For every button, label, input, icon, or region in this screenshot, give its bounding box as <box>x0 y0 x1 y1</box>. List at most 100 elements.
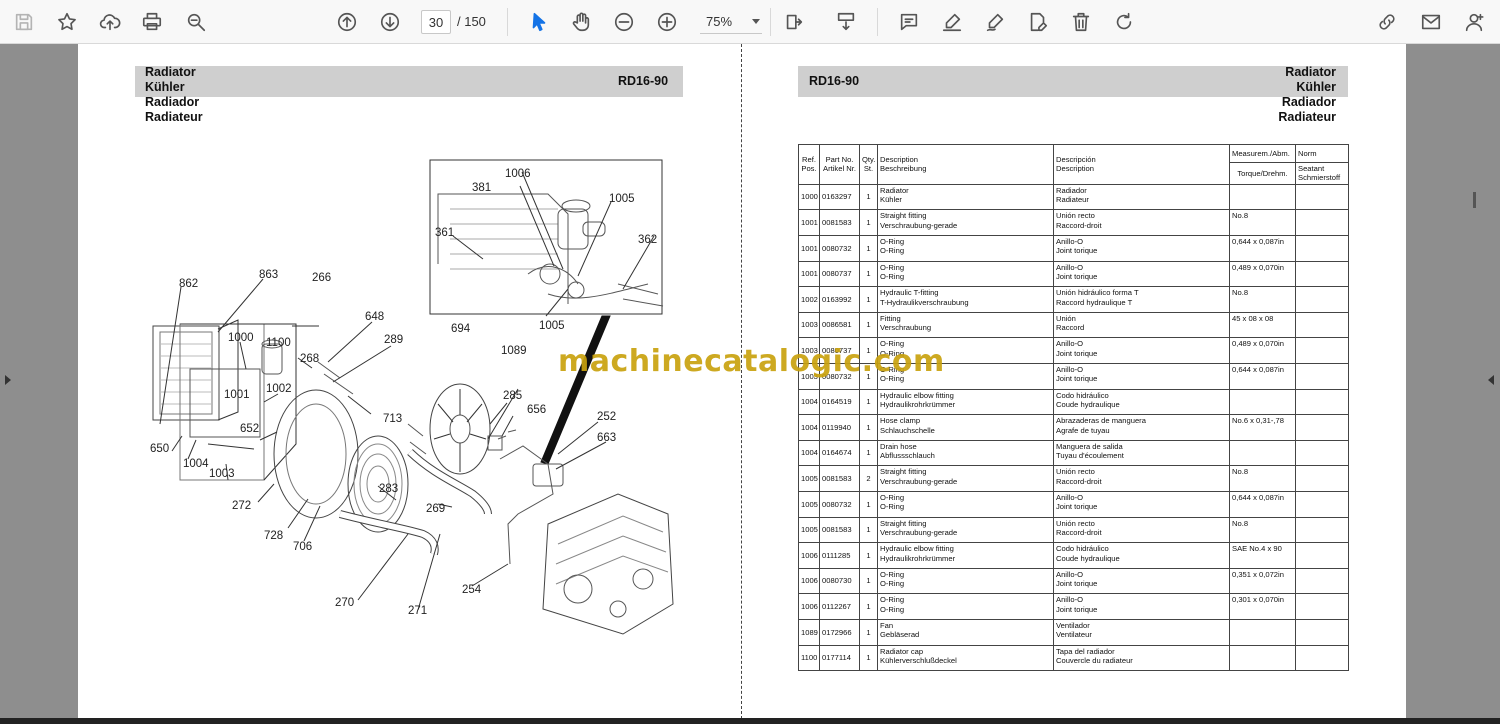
previous-page-icon[interactable] <box>332 7 362 37</box>
cell-description: Straight fitting Verschraubung-gerade <box>877 465 1054 492</box>
cell-measurement <box>1229 183 1296 211</box>
cell-ref: 1004 <box>798 388 820 416</box>
cell-norm <box>1295 618 1349 646</box>
cell-qty: 1 <box>859 311 878 339</box>
callout-862: 862 <box>179 278 198 290</box>
cell-descripcion: Unión Raccord <box>1053 311 1230 339</box>
table-row: 1001 0080732 1 O-Ring O-Ring Anillo-O Joint to… <box>798 235 1349 262</box>
share-link-icon[interactable] <box>1372 7 1402 37</box>
save-icon[interactable] <box>9 7 39 37</box>
callout-728: 728 <box>264 530 283 542</box>
cell-norm <box>1295 439 1349 467</box>
edit-text-icon[interactable] <box>1023 7 1053 37</box>
page-number-input[interactable] <box>421 10 451 34</box>
zoom-level-select[interactable]: 75% <box>700 10 762 34</box>
cell-descripcion: Codo hidráulico Coude hydraulique <box>1053 542 1230 569</box>
rotate-icon[interactable] <box>1109 7 1139 37</box>
cell-measurement: No.6 x 0,31-,78 <box>1229 414 1296 441</box>
cell-norm <box>1295 414 1349 441</box>
highlight-pen-icon[interactable] <box>937 7 967 37</box>
bookmark-star-icon[interactable] <box>52 7 82 37</box>
next-page-icon[interactable] <box>375 7 405 37</box>
callout-285: 285 <box>503 390 522 402</box>
cell-descripcion: Anillo-O Joint torique <box>1053 337 1230 364</box>
inset-radiator <box>437 193 569 304</box>
table-row: 1000 0163297 1 Radiator Kühler Radiador Radiat… <box>798 183 1349 211</box>
right-panel-toggle-icon[interactable] <box>1488 375 1494 385</box>
cell-part-no: 0119940 <box>819 414 860 441</box>
callout-863: 863 <box>259 269 278 281</box>
scrollbar-thumb[interactable] <box>1473 192 1476 208</box>
col-norm: Norm <box>1295 144 1349 163</box>
callout-271: 271 <box>408 605 427 617</box>
delete-trash-icon[interactable] <box>1066 7 1096 37</box>
cell-norm <box>1295 286 1349 313</box>
col-torque: Torque/Drehm. <box>1229 162 1296 185</box>
cell-qty: 1 <box>859 542 878 569</box>
cell-measurement: No.8 <box>1229 465 1296 492</box>
cell-qty: 1 <box>859 388 878 416</box>
cell-qty: 1 <box>859 260 878 288</box>
cell-norm <box>1295 644 1349 672</box>
cell-ref: 1005 <box>798 465 820 492</box>
cell-descripcion: Radiador Radiateur <box>1053 183 1230 211</box>
cell-ref: 1089 <box>798 618 820 646</box>
callout-1006: 1006 <box>505 168 531 180</box>
callout-268: 268 <box>300 353 319 365</box>
zoom-out-icon[interactable] <box>609 7 639 37</box>
watermark: machinecatalogic.com <box>558 344 945 379</box>
upload-cloud-icon[interactable] <box>95 7 125 37</box>
cell-qty: 1 <box>859 439 878 467</box>
table-row: 1001 0081583 1 Straight fitting Verschraubun… <box>798 209 1349 236</box>
search-icon[interactable] <box>181 7 211 37</box>
cell-part-no: 0080730 <box>819 567 860 595</box>
cell-part-no: 0081583 <box>819 516 860 544</box>
title-fr: Radiateur <box>1278 110 1336 124</box>
callout-694: 694 <box>451 323 471 335</box>
cell-qty: 1 <box>859 593 878 620</box>
callout-663: 663 <box>597 432 616 444</box>
table-row: 1003 0086581 1 Fitting Verschraubung Unión Rac… <box>798 311 1349 339</box>
parts-table: Ref. Pos. Part No. Artikel Nr. Qty. St. Des… <box>798 144 1349 672</box>
cell-part-no: 0112267 <box>819 593 860 620</box>
callout-272: 272 <box>232 500 251 512</box>
cell-qty: 1 <box>859 644 878 672</box>
cell-descripcion: Unión hidráulico forma T Raccord hydrauli… <box>1053 286 1230 313</box>
cell-description: O-Ring O-Ring <box>877 567 1054 595</box>
cell-part-no: 0164519 <box>819 388 860 416</box>
comment-icon[interactable] <box>894 7 924 37</box>
cell-ref: 1003 <box>798 311 820 339</box>
hand-tool-icon[interactable] <box>566 7 596 37</box>
parts-table-body: 1000 0163297 1 Radiator Kühler Radiador Radiat… <box>798 183 1349 672</box>
cell-part-no: 0172966 <box>819 618 860 646</box>
zoom-in-icon[interactable] <box>652 7 682 37</box>
cell-qty: 1 <box>859 567 878 595</box>
page-fold-divider <box>741 44 742 724</box>
cell-description: Fan Gebläserad <box>877 618 1054 646</box>
callout-1003: 1003 <box>209 468 235 480</box>
draw-sign-icon[interactable] <box>980 7 1010 37</box>
cell-part-no: 0163297 <box>819 183 860 211</box>
cell-ref: 1001 <box>798 235 820 262</box>
table-row: 1089 0172966 1 Fan Gebläserad Ventilador Venti… <box>798 618 1349 646</box>
cell-qty: 1 <box>859 618 878 646</box>
callout-283: 283 <box>379 483 398 495</box>
table-row: 1005 0080732 1 O-Ring O-Ring Anillo-O Joint to… <box>798 490 1349 518</box>
print-icon[interactable] <box>137 7 167 37</box>
cell-norm <box>1295 542 1349 569</box>
cell-norm <box>1295 235 1349 262</box>
select-cursor-icon[interactable] <box>524 7 554 37</box>
callout-1005: 1005 <box>609 193 635 205</box>
zoom-level-value: 75% <box>706 14 733 29</box>
fit-page-icon[interactable] <box>779 7 809 37</box>
scroll-mode-icon[interactable] <box>831 7 861 37</box>
table-row: 1006 0111285 1 Hydraulic elbow fitting Hydra… <box>798 542 1349 569</box>
left-panel-toggle-icon[interactable] <box>5 375 11 385</box>
cell-norm <box>1295 490 1349 518</box>
cell-descripcion: Anillo-O Joint torique <box>1053 235 1230 262</box>
table-row: 1005 0081583 1 Straight fitting Verschraubun… <box>798 516 1349 544</box>
account-add-user-icon[interactable] <box>1459 7 1489 37</box>
email-icon[interactable] <box>1416 7 1446 37</box>
cell-ref: 1002 <box>798 286 820 313</box>
cell-ref: 1006 <box>798 567 820 595</box>
